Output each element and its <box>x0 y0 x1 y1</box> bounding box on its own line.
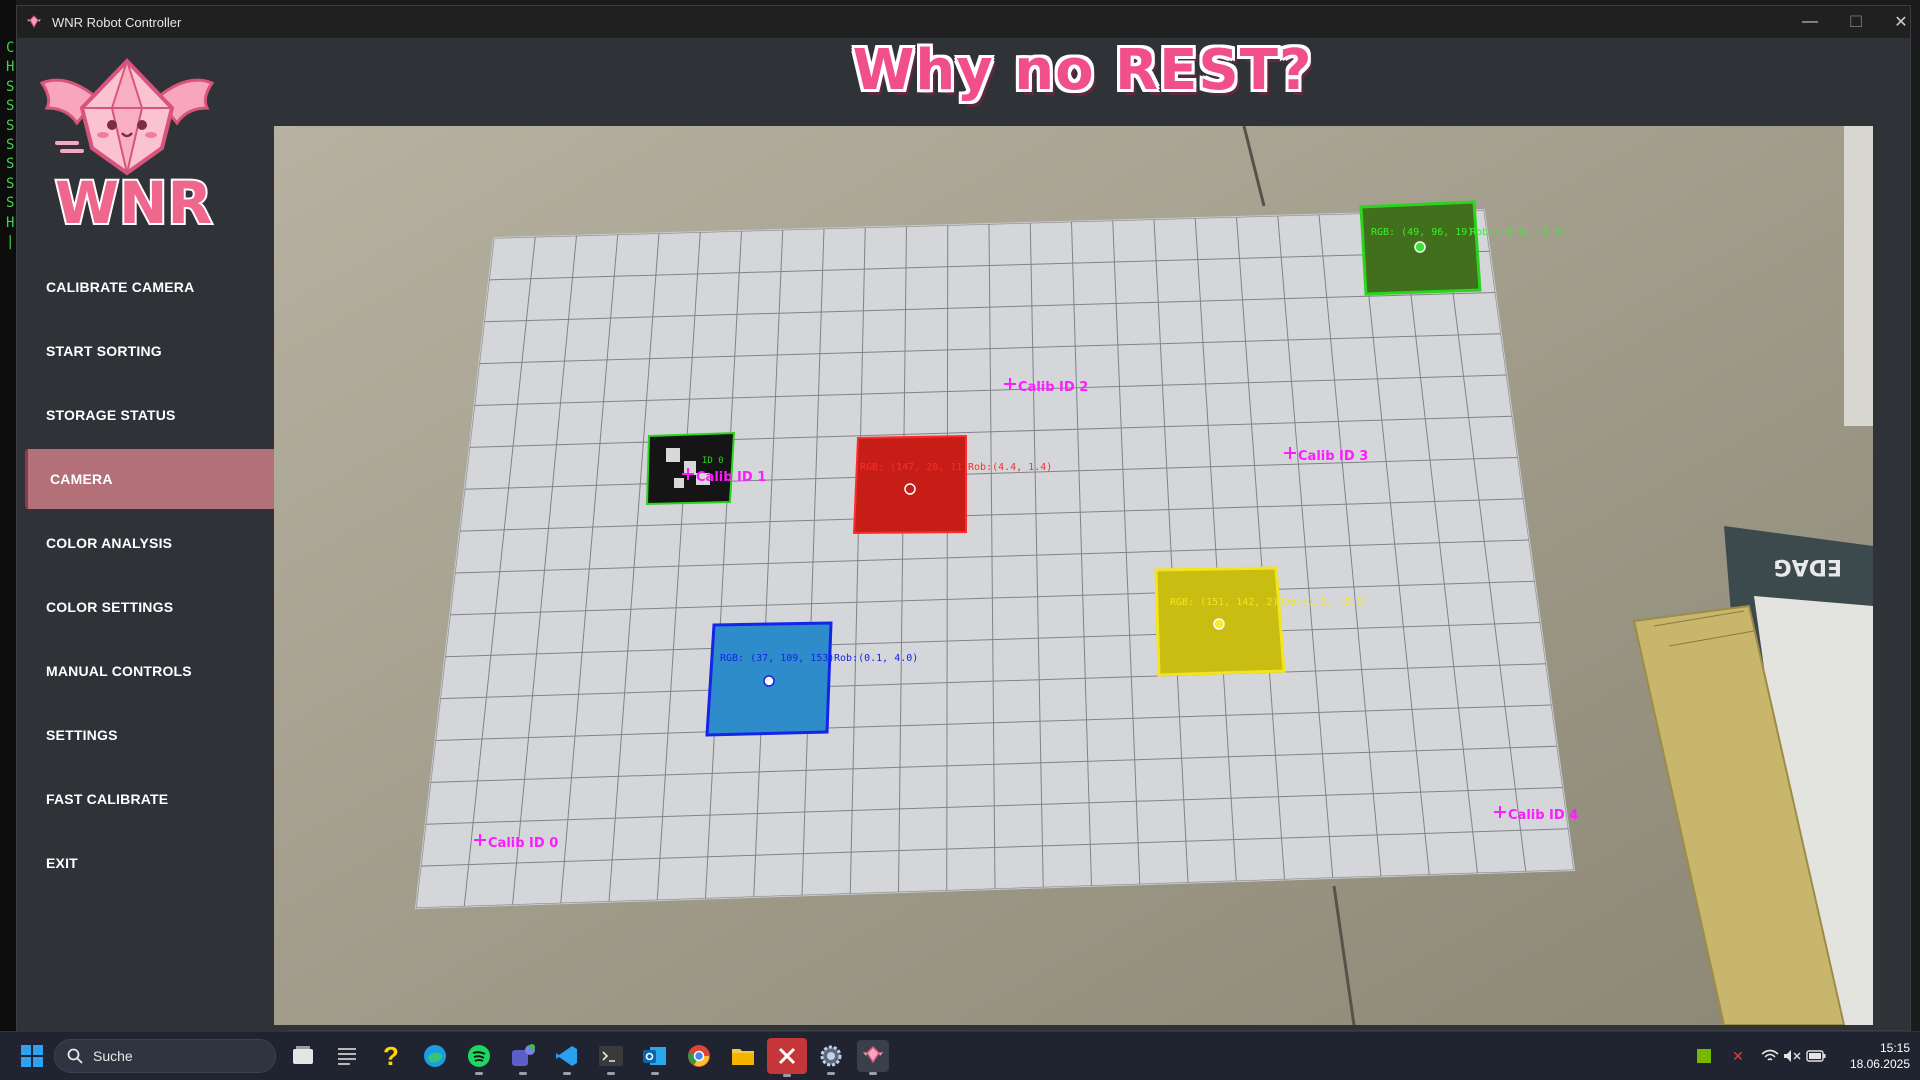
wnr-logo: WNR <box>39 57 215 233</box>
taskbar: Suche ? ✕ 15:15 18.06.2025 <box>0 1031 1920 1080</box>
app-icon <box>27 15 41 29</box>
red-object-rgb: RGB: (147, 28, 11) <box>860 462 968 473</box>
background-terminal: C H S S S S S S S H | <box>0 0 16 1080</box>
terminal-line: S <box>6 98 15 115</box>
green-object-rgb: RGB: (49, 96, 19) <box>1371 227 1473 238</box>
calib-label-1: Calib ID 1 <box>696 470 766 485</box>
green-object-rob: Rob:(-0.0, -0.0) <box>1470 227 1566 238</box>
nav-calibrate-camera[interactable]: CALIBRATE CAMERA <box>25 257 277 317</box>
battery-icon[interactable] <box>1806 1046 1826 1066</box>
booklet-text: EDAG <box>1774 554 1842 579</box>
terminal-line: S <box>6 156 15 173</box>
blue-object-rob: Rob:(0.1, 4.0) <box>834 653 918 664</box>
nav-fast-calibrate[interactable]: FAST CALIBRATE <box>25 769 277 829</box>
red-object-rob: Rob:(4.4, 1.4) <box>968 462 1052 473</box>
nav-manual-controls[interactable]: MANUAL CONTROLS <box>25 641 277 701</box>
nav-start-sorting[interactable]: START SORTING <box>25 321 277 381</box>
nav-exit[interactable]: EXIT <box>25 833 277 893</box>
terminal-line: S <box>6 117 15 134</box>
page-title: Why no REST? <box>852 38 1313 103</box>
clock-date: 18.06.2025 <box>1849 1057 1910 1071</box>
terminal-line: H <box>6 59 15 76</box>
task-view-icon[interactable] <box>287 1040 319 1072</box>
terminal-line: S <box>6 175 15 192</box>
logo-text: WNR <box>55 169 212 233</box>
calib-label-0: Calib ID 0 <box>488 836 558 851</box>
yellow-object-rgb: RGB: (151, 142, 2) <box>1170 597 1278 608</box>
clock-time: 15:15 <box>1879 1041 1910 1055</box>
title-bar[interactable]: WNR Robot Controller — ☐ ✕ <box>17 6 1910 38</box>
volume-muted-icon[interactable] <box>1782 1046 1802 1066</box>
terminal-line: H <box>6 214 15 231</box>
terminal-line: C <box>6 40 15 56</box>
calib-label-4: Calib ID 4 <box>1508 808 1578 823</box>
terminal-icon[interactable] <box>595 1040 627 1075</box>
terminal-line: S <box>6 137 15 154</box>
outlook-icon[interactable] <box>639 1040 671 1075</box>
spotify-icon[interactable] <box>463 1040 495 1075</box>
close-button[interactable]: ✕ <box>1878 6 1920 38</box>
search-icon <box>67 1048 83 1064</box>
xampp-tray-icon[interactable]: ✕ <box>1728 1046 1748 1066</box>
nav-color-settings[interactable]: COLOR SETTINGS <box>25 577 277 637</box>
calib-label-2: Calib ID 2 <box>1018 380 1088 395</box>
chrome-icon[interactable] <box>683 1040 715 1072</box>
nvidia-tray-icon[interactable] <box>1694 1046 1714 1066</box>
nav-color-analysis[interactable]: COLOR ANALYSIS <box>25 513 277 573</box>
aruco-label: ID 0 <box>702 456 724 466</box>
nav-settings[interactable]: SETTINGS <box>25 705 277 765</box>
terminal-line: S <box>6 78 15 95</box>
nav-camera[interactable]: CAMERA <box>25 449 277 509</box>
system-clock[interactable]: 15:15 18.06.2025 <box>1850 1040 1910 1072</box>
taskbar-search[interactable]: Suche <box>54 1039 276 1073</box>
xampp-icon[interactable] <box>767 1038 807 1077</box>
windows-start-icon[interactable] <box>16 1040 48 1072</box>
camera-feed: RGB: (49, 96, 19) Rob:(-0.0, -0.0) RGB: … <box>274 126 1873 1025</box>
wnr-app-icon[interactable] <box>857 1040 889 1075</box>
notes-app-icon[interactable] <box>331 1040 363 1072</box>
calib-label-3: Calib ID 3 <box>1298 449 1368 464</box>
yellow-object-rob: Rob:(1.0, -5.0) <box>1278 597 1368 608</box>
search-label: Suche <box>93 1048 133 1064</box>
settings-gear-icon[interactable] <box>815 1040 847 1075</box>
minimize-button[interactable]: — <box>1787 6 1833 38</box>
sidebar: WNR CALIBRATE CAMERA START SORTING STORA… <box>17 38 287 1031</box>
terminal-text: C H S S S S S S S H | <box>0 39 14 252</box>
edge-icon[interactable] <box>419 1040 451 1072</box>
file-explorer-icon[interactable] <box>727 1040 759 1072</box>
vscode-icon[interactable] <box>551 1040 583 1075</box>
window-edge <box>1844 126 1873 426</box>
nav-storage-status[interactable]: STORAGE STATUS <box>25 385 277 445</box>
maximize-button[interactable]: ☐ <box>1833 6 1879 38</box>
terminal-line: | <box>6 234 15 251</box>
wifi-icon[interactable] <box>1760 1046 1780 1066</box>
blue-object-rgb: RGB: (37, 109, 153) <box>720 653 834 664</box>
help-icon[interactable]: ? <box>375 1040 407 1072</box>
window-title: WNR Robot Controller <box>52 14 182 30</box>
teams-icon[interactable] <box>507 1040 539 1075</box>
camera-image: RGB: (49, 96, 19) Rob:(-0.0, -0.0) RGB: … <box>274 126 1873 1025</box>
terminal-line: S <box>6 195 15 212</box>
aruco-marker: ID 0 <box>645 431 736 506</box>
